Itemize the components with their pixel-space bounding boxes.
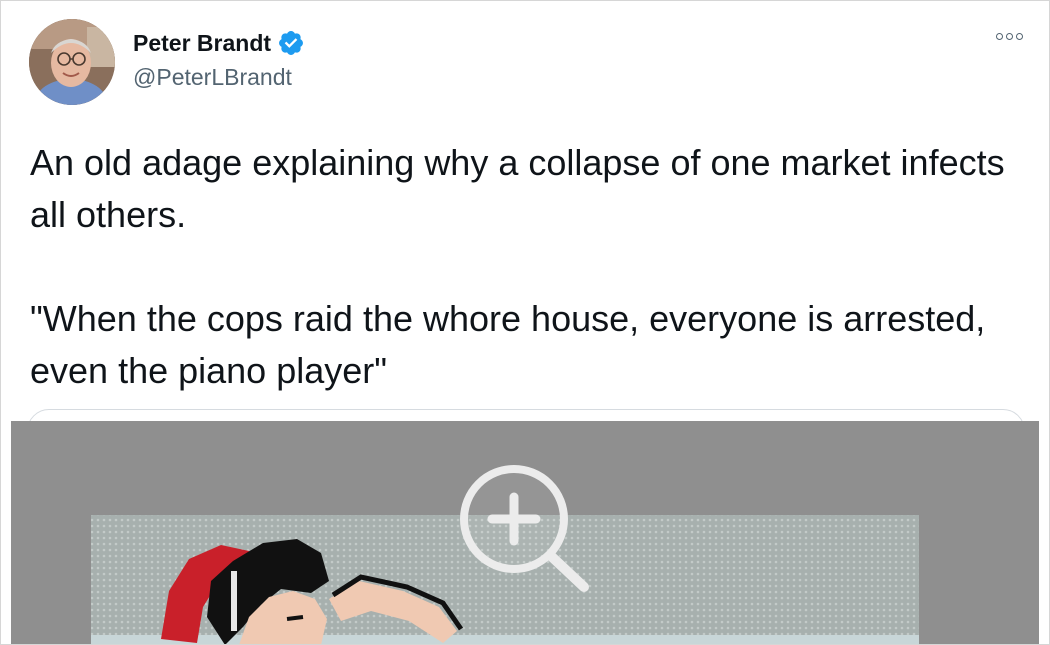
author-handle[interactable]: @PeterLBrandt xyxy=(133,64,292,91)
author-name-row[interactable]: Peter Brandt xyxy=(133,29,305,57)
more-dot xyxy=(1016,33,1023,40)
avatar-photo xyxy=(29,19,115,105)
more-dot xyxy=(996,33,1003,40)
zoom-in-icon[interactable] xyxy=(456,463,596,595)
author-display-name[interactable]: Peter Brandt xyxy=(133,30,271,57)
author-avatar[interactable] xyxy=(29,19,115,105)
tweet-text: An old adage explaining why a collapse o… xyxy=(30,142,1005,391)
more-options-icon[interactable] xyxy=(996,33,1023,40)
more-dot xyxy=(1006,33,1013,40)
verified-badge-icon xyxy=(279,31,304,55)
tweet-card: Peter Brandt @PeterLBrandt An old adage … xyxy=(0,0,1050,645)
